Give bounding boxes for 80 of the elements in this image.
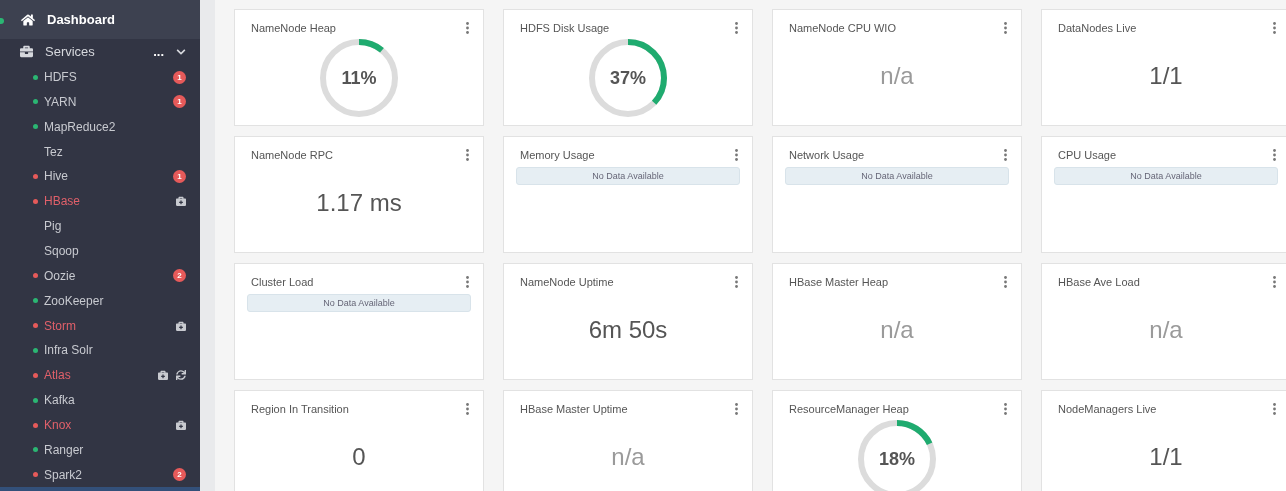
dashboard-nav-item[interactable]: Dashboard xyxy=(0,0,200,40)
metric-value: 0 xyxy=(352,442,366,471)
widget-title: NodeManagers Live xyxy=(1058,403,1157,415)
more-options-icon[interactable] xyxy=(1004,22,1007,34)
service-item[interactable]: Tez xyxy=(0,139,200,165)
service-item[interactable]: Oozie 2 xyxy=(0,263,200,289)
metric-value: 1/1 xyxy=(1149,61,1183,90)
more-options-icon[interactable] xyxy=(735,149,738,161)
service-item[interactable]: Knox xyxy=(0,412,200,438)
no-data-notice: No Data Available xyxy=(516,167,740,185)
service-item[interactable]: MapReduce2 xyxy=(0,114,200,140)
medical-kit-icon xyxy=(176,420,186,431)
service-item[interactable]: Infra Solr xyxy=(0,338,200,363)
gauge-value: 37% xyxy=(610,69,646,87)
more-options-icon[interactable] xyxy=(466,403,469,415)
widget-title: DataNodes Live xyxy=(1058,22,1137,34)
widget-title: HBase Ave Load xyxy=(1058,276,1140,288)
widget-title: Network Usage xyxy=(789,149,865,161)
medical-kit-icon xyxy=(176,320,186,331)
more-options-icon[interactable] xyxy=(1273,403,1276,415)
more-actions[interactable]: ... xyxy=(153,44,164,60)
no-data-notice: No Data Available xyxy=(247,294,471,312)
medical-kit-icon xyxy=(158,370,168,381)
metric-value: n/a xyxy=(880,61,914,90)
service-item[interactable]: Sqoop xyxy=(0,238,200,264)
widget-title: NameNode CPU WIO xyxy=(789,22,896,34)
more-options-icon[interactable] xyxy=(1273,149,1276,161)
service-item[interactable]: Storm xyxy=(0,313,200,339)
services-header[interactable]: Services ... xyxy=(0,39,200,65)
widget-title: NameNode Heap xyxy=(251,22,336,34)
gauge-value: 11% xyxy=(341,69,377,87)
alert-count-badge: 1 xyxy=(173,70,186,84)
widget-title: NameNode RPC xyxy=(251,149,333,161)
service-item[interactable]: Pig xyxy=(0,213,200,239)
widget-title: HBase Master Uptime xyxy=(520,403,628,415)
service-item[interactable]: Spark2 2 xyxy=(0,462,200,488)
gauge-value: 18% xyxy=(879,450,915,468)
more-options-icon[interactable] xyxy=(1273,22,1276,34)
metric-value: n/a xyxy=(1149,315,1183,344)
briefcase-icon xyxy=(20,45,33,59)
alert-count-badge: 2 xyxy=(173,468,186,482)
widget-title: CPU Usage xyxy=(1058,149,1117,161)
chevron-down-icon[interactable] xyxy=(176,46,186,57)
widget-title: Memory Usage xyxy=(520,149,595,161)
no-data-notice: No Data Available xyxy=(1054,167,1278,185)
service-item[interactable]: YARN 1 xyxy=(0,89,200,115)
metric-value: 1.17 ms xyxy=(316,188,402,217)
widget-title: ResourceManager Heap xyxy=(789,403,909,415)
service-item[interactable]: Atlas xyxy=(0,362,200,388)
more-options-icon[interactable] xyxy=(466,22,469,34)
service-item[interactable]: HBase xyxy=(0,188,200,214)
service-item[interactable]: HDFS 1 xyxy=(0,64,200,90)
more-options-icon[interactable] xyxy=(1004,276,1007,288)
metric-value: n/a xyxy=(880,315,914,344)
alert-count-badge: 2 xyxy=(173,269,186,283)
widget-title: NameNode Uptime xyxy=(520,276,614,288)
more-options-icon[interactable] xyxy=(466,276,469,288)
more-options-icon[interactable] xyxy=(735,403,738,415)
widget-title: Cluster Load xyxy=(251,276,314,288)
more-options-icon[interactable] xyxy=(1004,149,1007,161)
metric-value: 1/1 xyxy=(1149,442,1183,471)
widget-title: HBase Master Heap xyxy=(789,276,889,288)
widget-title: Region In Transition xyxy=(251,403,349,415)
more-options-icon[interactable] xyxy=(1273,276,1276,288)
no-data-notice: No Data Available xyxy=(785,167,1009,185)
service-item[interactable]: Kafka xyxy=(0,387,200,413)
metric-value: n/a xyxy=(611,442,645,471)
medical-kit-icon xyxy=(176,196,186,207)
alert-count-badge: 1 xyxy=(173,95,186,109)
home-icon xyxy=(21,12,35,27)
more-options-icon[interactable] xyxy=(466,149,469,161)
more-options-icon[interactable] xyxy=(1004,403,1007,415)
metric-value: 6m 50s xyxy=(588,315,668,344)
service-item[interactable]: ZooKeeper xyxy=(0,288,200,314)
widget-title: HDFS Disk Usage xyxy=(520,22,610,34)
service-item[interactable]: Ranger xyxy=(0,437,200,463)
alert-count-badge: 1 xyxy=(173,169,186,183)
more-options-icon[interactable] xyxy=(735,276,738,288)
more-options-icon[interactable] xyxy=(735,22,738,34)
service-item[interactable]: Hive 1 xyxy=(0,164,200,189)
